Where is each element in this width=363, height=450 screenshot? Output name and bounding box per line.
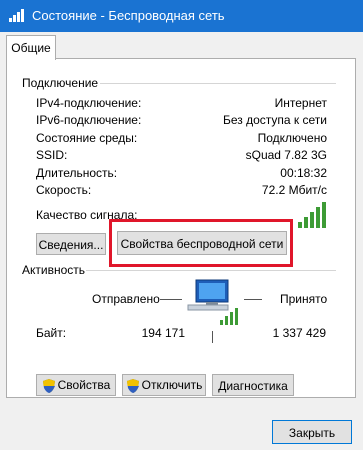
bytes-label: Байт: bbox=[36, 326, 67, 340]
sent-line bbox=[160, 299, 182, 300]
diagnostics-button[interactable]: Диагностика bbox=[212, 374, 294, 396]
wifi-signal-icon bbox=[9, 9, 24, 22]
properties-button-label: Свойства bbox=[57, 378, 111, 393]
details-button[interactable]: Сведения... bbox=[36, 233, 106, 255]
duration-label: Длительность: bbox=[36, 166, 118, 180]
ssid-value: sQuad 7.82 3G bbox=[245, 148, 327, 162]
duration-value: 00:18:32 bbox=[280, 166, 327, 180]
signal-strength-icon bbox=[298, 202, 326, 228]
window-title: Состояние - Беспроводная сеть bbox=[32, 8, 225, 23]
ipv6-value: Без доступа к сети bbox=[223, 113, 327, 127]
ipv4-label: IPv4-подключение: bbox=[36, 96, 142, 110]
bytes-sent-value: 194 171 bbox=[141, 326, 185, 340]
signal-bar-4 bbox=[316, 207, 320, 228]
signal-bar-3 bbox=[310, 212, 314, 228]
speed-value: 72.2 Мбит/с bbox=[261, 183, 327, 197]
details-button-label: Сведения... bbox=[38, 238, 104, 252]
highlight-box bbox=[109, 219, 293, 267]
tab-general[interactable]: Общие bbox=[6, 35, 56, 60]
tab-general-label: Общие bbox=[11, 41, 51, 55]
signal-bar-2 bbox=[304, 217, 308, 228]
sent-label: Отправлено bbox=[92, 292, 160, 306]
uac-shield-icon bbox=[42, 379, 55, 393]
activity-section-title: Активность bbox=[22, 263, 86, 277]
activity-divider bbox=[86, 270, 336, 271]
received-line bbox=[244, 299, 262, 300]
connection-divider bbox=[100, 83, 336, 84]
network-computer-icon bbox=[187, 279, 238, 325]
close-button-label: Закрыть bbox=[288, 426, 336, 440]
signal-bar-1 bbox=[298, 222, 302, 228]
media-state-value: Подключено bbox=[257, 131, 327, 145]
connection-section-title: Подключение bbox=[22, 76, 99, 90]
disconnect-button[interactable]: Отключить bbox=[122, 374, 206, 396]
received-label: Принято bbox=[280, 292, 328, 306]
properties-button[interactable]: Свойства bbox=[36, 374, 116, 396]
speed-label: Скорость: bbox=[36, 183, 92, 197]
signal-bar-5 bbox=[322, 202, 326, 228]
media-state-label: Состояние среды: bbox=[36, 131, 138, 145]
ssid-label: SSID: bbox=[36, 148, 68, 162]
diagnostics-button-label: Диагностика bbox=[218, 379, 288, 393]
uac-shield-icon bbox=[126, 379, 139, 393]
activity-divider-tick bbox=[212, 331, 213, 343]
ipv6-label: IPv6-подключение: bbox=[36, 113, 142, 127]
disconnect-button-label: Отключить bbox=[141, 378, 203, 393]
title-bar: Состояние - Беспроводная сеть bbox=[0, 0, 363, 32]
bytes-received-value: 1 337 429 bbox=[272, 326, 326, 340]
close-button[interactable]: Закрыть bbox=[272, 420, 352, 444]
ipv4-value: Интернет bbox=[274, 96, 327, 110]
